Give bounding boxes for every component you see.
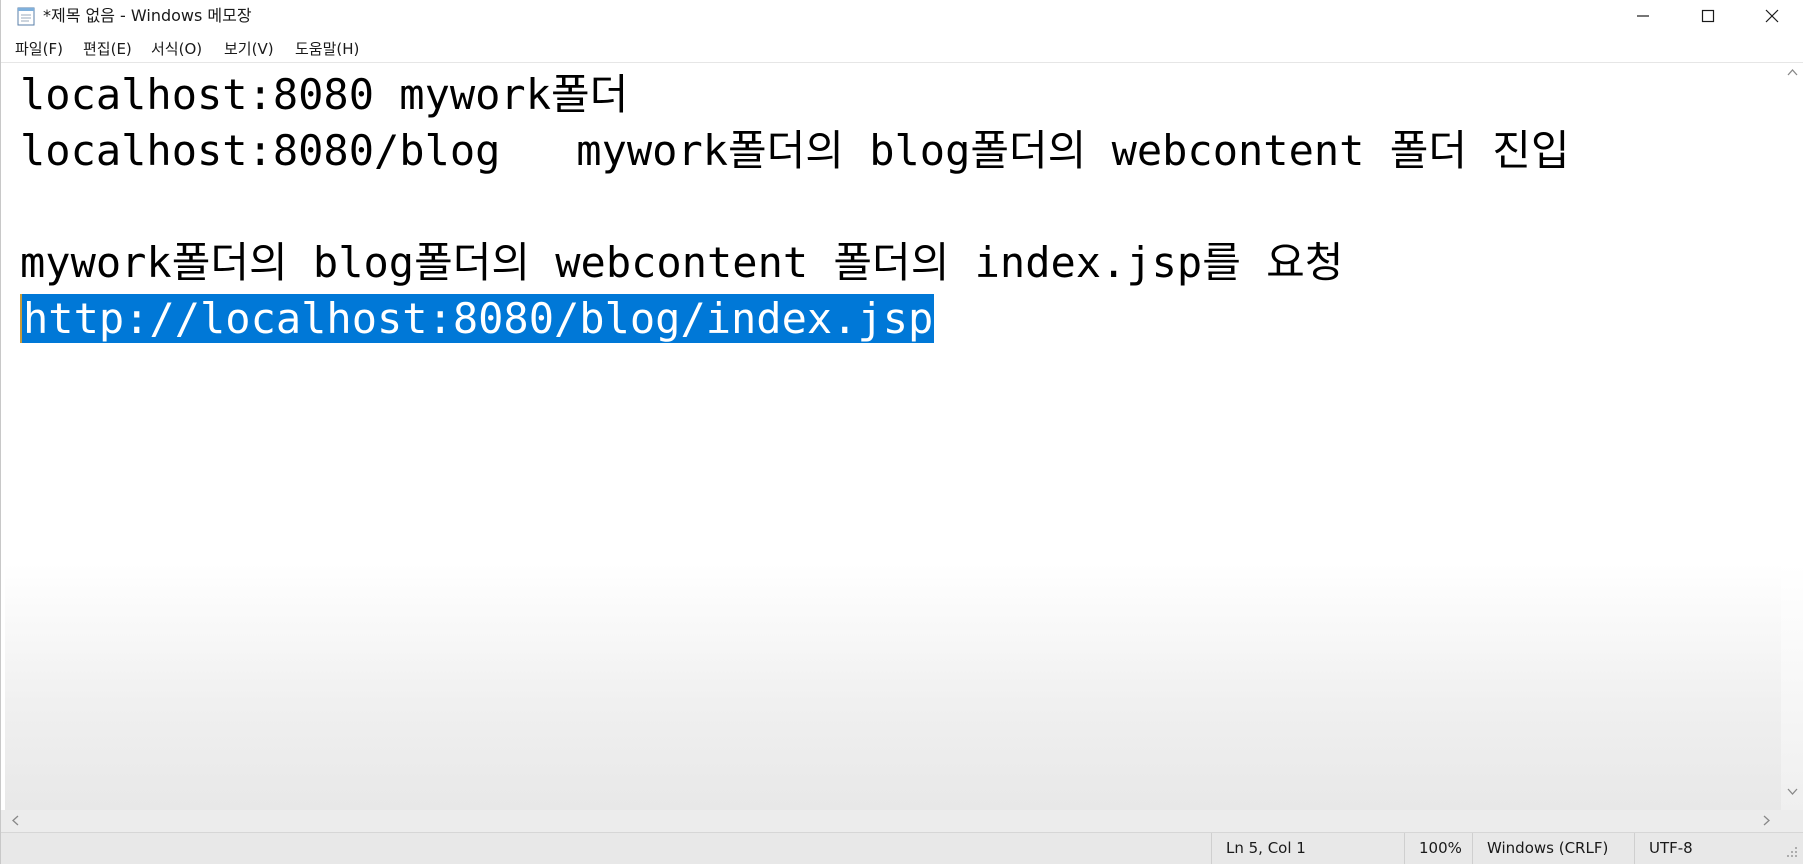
text-line: mywork폴더의 blog폴더의 webcontent 폴더의 index.j…: [20, 238, 1344, 287]
notepad-window: *제목 없음 - Windows 메모장 파일(F) 편집(E) 서식(O) 보…: [0, 0, 1803, 864]
close-icon: [1765, 9, 1779, 23]
horizontal-scrollbar[interactable]: [1, 810, 1781, 832]
menu-format[interactable]: 서식(O): [149, 39, 204, 59]
minimize-icon: [1637, 15, 1649, 17]
resize-grip-icon[interactable]: [1785, 845, 1799, 859]
encoding: UTF-8: [1634, 833, 1784, 864]
scroll-down-icon[interactable]: [1787, 788, 1798, 796]
selected-text[interactable]: http://localhost:8080/blog/index.jsp: [20, 294, 935, 343]
close-button[interactable]: [1740, 0, 1803, 32]
menu-edit[interactable]: 편집(E): [81, 39, 134, 59]
scroll-right-icon[interactable]: [1763, 815, 1771, 826]
line-ending: Windows (CRLF): [1472, 833, 1634, 864]
status-bar: Ln 5, Col 1 100% Windows (CRLF) UTF-8: [1, 832, 1803, 864]
cursor-position: Ln 5, Col 1: [1211, 833, 1404, 864]
text-line: localhost:8080/blog mywork폴더의 blog폴더의 we…: [20, 126, 1570, 175]
scrollbar-corner: [1781, 810, 1803, 832]
notepad-icon[interactable]: [17, 6, 35, 26]
vertical-scrollbar[interactable]: [1781, 64, 1803, 810]
maximize-icon: [1701, 9, 1715, 23]
menu-help[interactable]: 도움말(H): [293, 39, 361, 59]
text-line: localhost:8080 mywork폴더: [20, 70, 629, 119]
menu-divider: [1, 62, 1803, 63]
text-editor[interactable]: localhost:8080 mywork폴더 localhost:8080/b…: [5, 64, 1781, 810]
scroll-left-icon[interactable]: [11, 815, 19, 826]
menu-file[interactable]: 파일(F): [13, 39, 65, 59]
zoom-level: 100%: [1404, 833, 1472, 864]
menu-view[interactable]: 보기(V): [222, 39, 276, 59]
title-bar[interactable]: *제목 없음 - Windows 메모장: [1, 0, 1803, 32]
maximize-button[interactable]: [1676, 0, 1740, 32]
window-title: *제목 없음 - Windows 메모장: [43, 6, 252, 25]
menu-bar: 파일(F) 편집(E) 서식(O) 보기(V) 도움말(H): [1, 36, 1803, 62]
scroll-up-icon[interactable]: [1787, 68, 1798, 76]
text-line-selected: http://localhost:8080/blog/index.jsp: [20, 291, 935, 347]
minimize-button[interactable]: [1611, 0, 1675, 32]
